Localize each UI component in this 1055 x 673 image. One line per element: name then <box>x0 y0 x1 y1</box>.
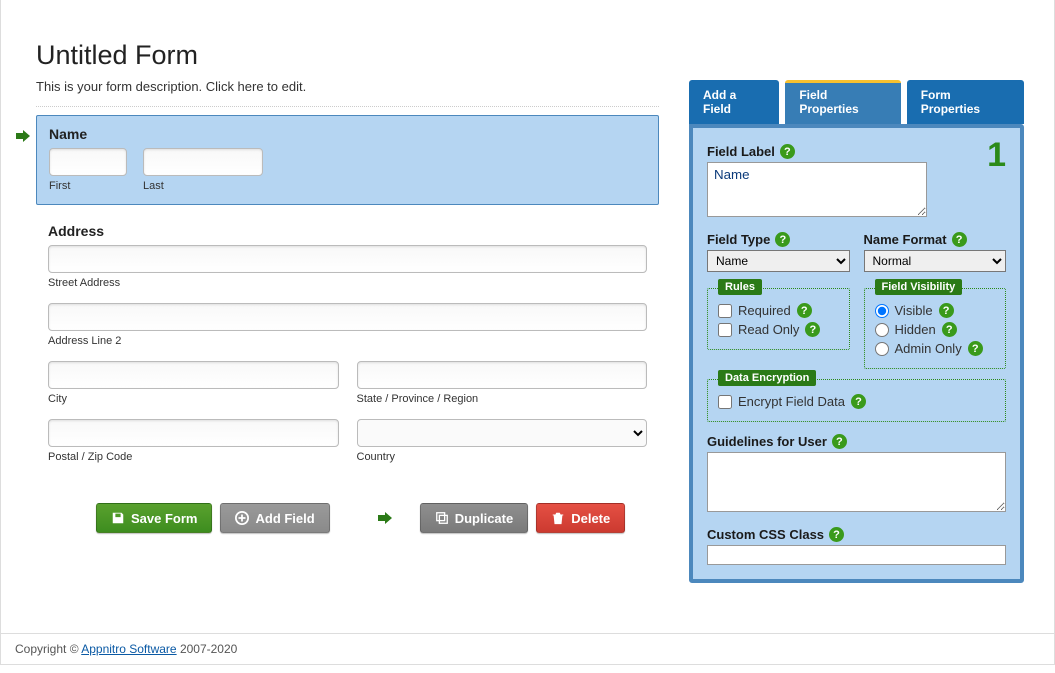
hidden-radio[interactable] <box>875 323 889 337</box>
sublabel-line2: Address Line 2 <box>48 335 647 347</box>
css-class-input[interactable] <box>707 545 1006 565</box>
encrypt-label: Encrypt Field Data <box>738 394 845 409</box>
footer-link[interactable]: Appnitro Software <box>81 642 176 656</box>
add-field-button[interactable]: Add Field <box>220 503 329 533</box>
trash-icon <box>551 511 565 525</box>
admin-only-radio[interactable] <box>875 342 889 356</box>
select-country[interactable] <box>357 419 648 447</box>
readonly-label: Read Only <box>738 322 799 337</box>
sublabel-country: Country <box>357 451 648 463</box>
save-button-label: Save Form <box>131 511 197 526</box>
visibility-fieldset: Field Visibility Visible ? Hidden ? <box>864 288 1007 369</box>
help-icon[interactable]: ? <box>780 144 795 159</box>
input-street-address[interactable] <box>48 245 647 273</box>
form-description[interactable]: This is your form description. Click her… <box>36 79 659 107</box>
plus-circle-icon <box>235 511 249 525</box>
form-title[interactable]: Untitled Form <box>36 40 659 71</box>
sublabel-first: First <box>49 180 133 192</box>
save-form-button[interactable]: Save Form <box>96 503 212 533</box>
input-address-line-2[interactable] <box>48 303 647 331</box>
help-icon[interactable]: ? <box>797 303 812 318</box>
visible-radio[interactable] <box>875 304 889 318</box>
field-number: 1 <box>987 136 1006 175</box>
duplicate-button[interactable]: Duplicate <box>420 503 529 533</box>
name-format-title: Name Format <box>864 232 947 247</box>
input-state[interactable] <box>357 361 648 389</box>
required-checkbox[interactable] <box>718 304 732 318</box>
input-first-name[interactable] <box>49 148 127 176</box>
arrow-right-icon <box>378 512 392 524</box>
encrypt-checkbox[interactable] <box>718 395 732 409</box>
field-label-input[interactable]: Name <box>707 162 927 217</box>
help-icon[interactable]: ? <box>942 322 957 337</box>
help-icon[interactable]: ? <box>968 341 983 356</box>
encryption-fieldset: Data Encryption Encrypt Field Data ? <box>707 379 1006 422</box>
tab-add-field[interactable]: Add a Field <box>689 80 779 124</box>
help-icon[interactable]: ? <box>775 232 790 247</box>
footer-suffix: 2007-2020 <box>177 642 238 656</box>
name-format-select[interactable]: Normal <box>864 250 1007 272</box>
sublabel-street: Street Address <box>48 277 647 289</box>
required-label: Required <box>738 303 791 318</box>
field-label-title: Field Label <box>707 144 775 159</box>
field-address[interactable]: Address Street Address Address Line 2 Ci… <box>36 223 659 463</box>
rules-legend: Rules <box>718 279 762 295</box>
visibility-legend: Field Visibility <box>875 279 963 295</box>
field-name[interactable]: Name First Last <box>36 115 659 205</box>
visible-label: Visible <box>895 303 933 318</box>
sublabel-postal: Postal / Zip Code <box>48 451 339 463</box>
duplicate-icon <box>435 511 449 525</box>
admin-label: Admin Only <box>895 341 962 356</box>
field-selected-arrow-icon <box>16 130 30 145</box>
guidelines-input[interactable] <box>707 452 1006 512</box>
help-icon[interactable]: ? <box>939 303 954 318</box>
field-label: Name <box>49 126 646 142</box>
sublabel-last: Last <box>143 180 269 192</box>
delete-button-label: Delete <box>571 511 610 526</box>
sublabel-state: State / Province / Region <box>357 393 648 405</box>
tab-field-properties[interactable]: Field Properties <box>785 80 900 124</box>
readonly-checkbox[interactable] <box>718 323 732 337</box>
field-type-title: Field Type <box>707 232 770 247</box>
delete-button[interactable]: Delete <box>536 503 625 533</box>
help-icon[interactable]: ? <box>952 232 967 247</box>
tab-form-properties[interactable]: Form Properties <box>907 80 1024 124</box>
help-icon[interactable]: ? <box>832 434 847 449</box>
help-icon[interactable]: ? <box>829 527 844 542</box>
help-icon[interactable]: ? <box>851 394 866 409</box>
css-class-title: Custom CSS Class <box>707 527 824 542</box>
field-label: Address <box>48 223 647 239</box>
save-icon <box>111 511 125 525</box>
input-last-name[interactable] <box>143 148 263 176</box>
help-icon[interactable]: ? <box>805 322 820 337</box>
guidelines-title: Guidelines for User <box>707 434 827 449</box>
input-city[interactable] <box>48 361 339 389</box>
field-type-select[interactable]: Name <box>707 250 850 272</box>
properties-panel: 1 Field Label ? Name Field Type ? <box>689 124 1024 583</box>
encryption-legend: Data Encryption <box>718 370 816 386</box>
footer: Copyright © Appnitro Software 2007-2020 <box>1 633 1054 664</box>
sublabel-city: City <box>48 393 339 405</box>
add-button-label: Add Field <box>255 511 314 526</box>
duplicate-button-label: Duplicate <box>455 511 514 526</box>
hidden-label: Hidden <box>895 322 936 337</box>
rules-fieldset: Rules Required ? Read Only ? <box>707 288 850 350</box>
footer-prefix: Copyright © <box>15 642 81 656</box>
input-postal-code[interactable] <box>48 419 339 447</box>
